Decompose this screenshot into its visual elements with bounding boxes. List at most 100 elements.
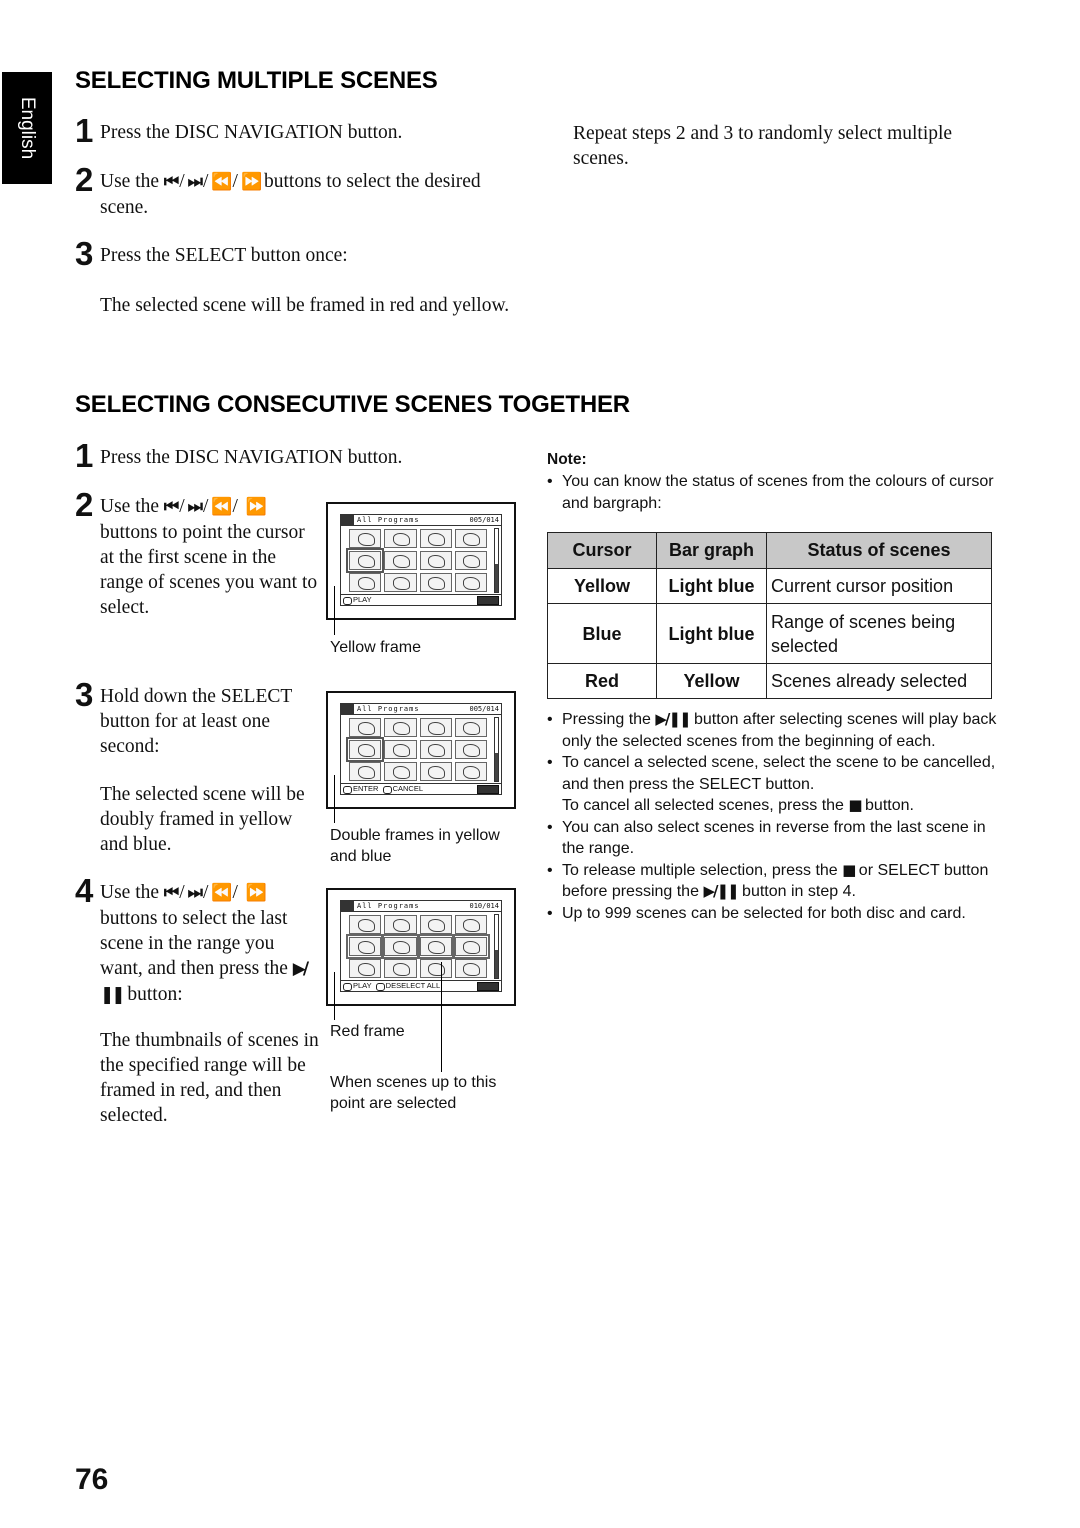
- screen-caption: Red frame: [330, 1023, 405, 1040]
- scene-thumbnail: [384, 959, 417, 978]
- note-intro-item: You can know the status of scenes from t…: [547, 471, 997, 514]
- screen-footer: ENTER CANCEL: [341, 783, 501, 794]
- play-pause-icon: ▶/❚❚: [703, 882, 739, 900]
- s1-repeat-note: Repeat steps 2 and 3 to randomly select …: [573, 123, 953, 169]
- col-cursor: Cursor: [547, 532, 657, 569]
- scene-thumbnail: [419, 551, 452, 570]
- ram-disc-icon: [477, 784, 499, 794]
- stop-icon: ■: [842, 860, 856, 879]
- screen-title: All Programs: [357, 516, 420, 524]
- play-button-icon: [343, 596, 352, 605]
- s1-step-3: 3 Press the SELECT button once:: [75, 235, 348, 272]
- s2-step-3-detail: The selected scene will be doubly framed…: [100, 784, 305, 855]
- footer-left-label: PLAY: [353, 981, 372, 991]
- scene-thumbnail: [349, 959, 382, 978]
- s2-step-2: 2 Use the ⏮ / ⏭ / ⏪ / ⏩ buttons to point the …: [75, 486, 318, 618]
- scene-counter: 010/014: [469, 902, 499, 910]
- scene-thumbnail: [384, 573, 417, 592]
- prev-chapter-icon: ⏮: [163, 497, 179, 517]
- camera-icon: [341, 704, 354, 714]
- screen-header: All Programs 005/014: [341, 704, 501, 715]
- scene-thumbnail: [419, 740, 452, 759]
- language-tab: English: [2, 72, 52, 184]
- thumbnail-grid: [343, 528, 491, 593]
- s2-step-3: 3 Hold down the SELECT button for at lea…: [75, 676, 292, 757]
- scene-thumbnail: [384, 915, 417, 934]
- screen-caption: Double frames in yellow and blue: [330, 827, 500, 865]
- scene-thumbnail: [454, 551, 487, 570]
- next-chapter-icon: ⏭: [187, 172, 203, 192]
- disc-navigation-screen: All Programs 005/014 PLAY: [326, 502, 516, 620]
- fast-forward-icon: ⏩: [245, 883, 267, 903]
- scene-counter: 005/014: [469, 516, 499, 524]
- scene-thumbnail: [345, 548, 385, 573]
- s2-step-4-detail: The thumbnails of scenes in the specifie…: [100, 1030, 319, 1126]
- footer-right-label: CANCEL: [392, 784, 424, 794]
- scene-thumbnail: [419, 915, 452, 934]
- fast-forward-icon: ⏩: [240, 172, 262, 192]
- col-status: Status of scenes: [766, 532, 992, 569]
- callout-leader-line: [334, 775, 335, 823]
- scene-thumbnail: [451, 934, 491, 959]
- scene-thumbnail: [384, 740, 417, 759]
- table-row: Blue Light blue Range of scenes being se…: [547, 603, 992, 664]
- scene-thumbnail: [345, 934, 385, 959]
- note-title: Note:: [547, 451, 587, 468]
- scene-thumbnail: [349, 573, 382, 592]
- scene-thumbnail: [345, 737, 385, 762]
- bar-graph: [494, 717, 499, 782]
- footer-left-label: PLAY: [353, 595, 372, 605]
- scene-counter: 005/014: [469, 705, 499, 713]
- next-chapter-icon: ⏭: [187, 883, 203, 903]
- table-row: Yellow Light blue Current cursor positio…: [547, 568, 992, 604]
- scene-thumbnail: [454, 573, 487, 592]
- scene-thumbnail: [384, 529, 417, 548]
- screen-title: All Programs: [357, 902, 420, 910]
- table-row: Red Yellow Scenes already selected: [547, 663, 992, 699]
- screen-header: All Programs 005/014: [341, 515, 501, 526]
- note-bullet: To release multiple selection, press the…: [547, 860, 997, 903]
- camera-icon: [341, 515, 354, 525]
- rewind-icon: ⏪: [211, 497, 232, 517]
- s2-step-1: 1 Press the DISC NAVIGATION button.: [75, 437, 403, 474]
- scene-thumbnail: [419, 762, 452, 781]
- next-chapter-icon: ⏭: [187, 497, 203, 517]
- footer-right-label: DESELECT ALL: [385, 981, 441, 991]
- scene-thumbnail: [454, 762, 487, 781]
- scene-thumbnail: [384, 551, 417, 570]
- disc-navigation-screen: All Programs 010/014 PLAY DESELECT ALL: [326, 888, 516, 1006]
- scene-thumbnail: [349, 915, 382, 934]
- screen-footer: PLAY DESELECT ALL: [341, 980, 501, 991]
- note-bullets: Pressing the ▶/❚❚ button after selecting…: [547, 709, 997, 924]
- ram-disc-icon: [477, 981, 499, 991]
- play-button-icon: [343, 982, 352, 991]
- note-intro: You can know the status of scenes from t…: [547, 471, 997, 514]
- camera-icon: [341, 901, 354, 911]
- screen-caption-secondary: When scenes up to this point are selecte…: [330, 1074, 497, 1112]
- scene-thumbnail: [419, 959, 452, 978]
- scene-thumbnail: [416, 934, 455, 959]
- screen-title: All Programs: [357, 705, 420, 713]
- scene-thumbnail: [419, 718, 452, 737]
- scene-thumbnail: [349, 718, 382, 737]
- callout-leader-line: [334, 586, 335, 635]
- stop-button-icon: [375, 982, 385, 991]
- note-bullet: To cancel a selected scene, select the s…: [547, 752, 997, 817]
- s1-step-1: 1 Press the DISC NAVIGATION button.: [75, 112, 403, 149]
- prev-chapter-icon: ⏮: [163, 172, 179, 192]
- bar-graph: [494, 528, 499, 593]
- status-table: Cursor Bar graph Status of scenes Yellow…: [547, 532, 992, 699]
- callout-leader-line: [334, 972, 335, 1020]
- scene-thumbnail: [454, 529, 487, 548]
- thumbnail-grid: [343, 914, 491, 979]
- stop-icon: ■: [848, 796, 862, 814]
- note-bullet: Up to 999 scenes can be selected for bot…: [547, 903, 997, 925]
- play-pause-icon: ▶/❚❚: [655, 710, 691, 728]
- screen-footer: PLAY: [341, 594, 501, 605]
- screen-header: All Programs 010/014: [341, 901, 501, 912]
- s1-step-2: 2 Use the ⏮ / ⏭ / ⏪ / ⏩ buttons to select the …: [75, 161, 481, 218]
- screen-caption: Yellow frame: [330, 639, 422, 656]
- scene-thumbnail: [454, 959, 487, 978]
- play-button-icon: [343, 785, 352, 794]
- scene-thumbnail: [349, 529, 382, 548]
